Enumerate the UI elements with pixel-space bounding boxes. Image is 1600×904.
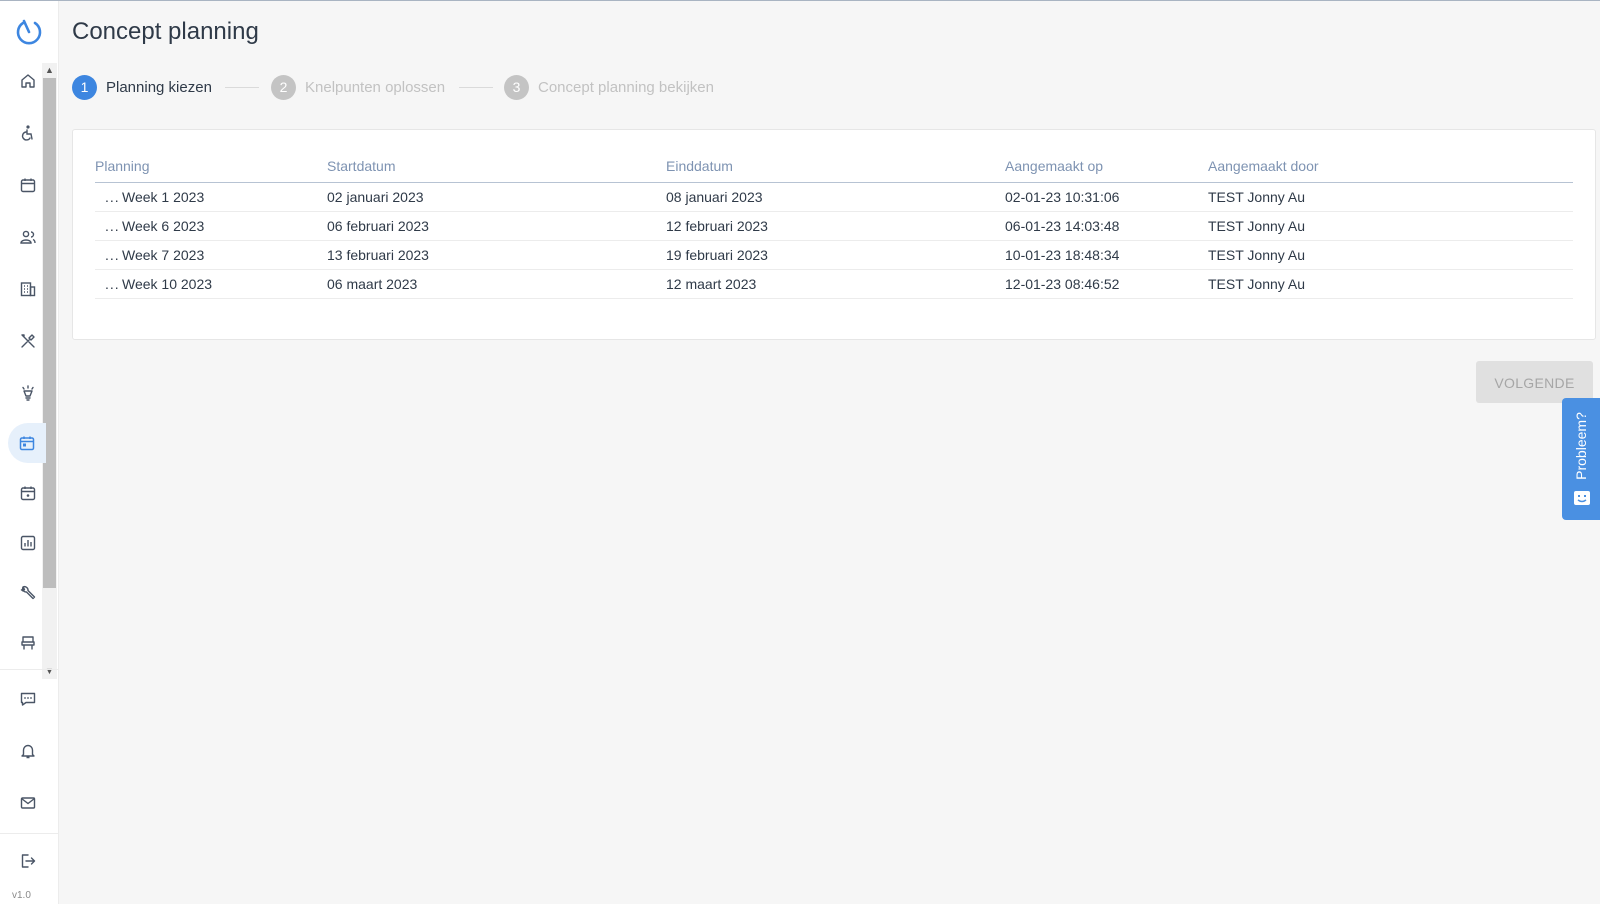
planning-table: Planning Startdatum Einddatum Aangemaakt… [95, 154, 1573, 299]
cell-aangemaakt-op: 10-01-23 18:48:34 [1005, 247, 1120, 263]
logout-button[interactable] [8, 841, 48, 881]
top-border [0, 0, 1600, 1]
column-header-aangemaakt-op[interactable]: Aangemaakt op [1005, 158, 1103, 174]
sidebar-item-notifications[interactable] [8, 731, 48, 771]
sidebar: ▲ ▼ v1.0 [0, 1, 59, 904]
cell-aangemaakt-op: 02-01-23 10:31:06 [1005, 189, 1120, 205]
table-row[interactable]: ... Week 6 2023 06 februari 2023 12 febr… [95, 212, 1573, 241]
step-connector [459, 87, 493, 88]
page-title: Concept planning [72, 18, 259, 45]
table-row[interactable]: ... Week 10 2023 06 maart 2023 12 maart … [95, 270, 1573, 299]
step-label: Concept planning bekijken [538, 78, 714, 96]
row-menu-button[interactable]: ... [105, 276, 120, 292]
sidebar-item-messages[interactable] [8, 679, 48, 719]
app-version: v1.0 [12, 890, 31, 901]
column-header-planning[interactable]: Planning [95, 158, 150, 174]
step-connector [225, 87, 259, 88]
calendar-planning-icon [19, 436, 35, 451]
column-header-startdatum[interactable]: Startdatum [327, 158, 395, 174]
feedback-tab[interactable]: Probleem? [1562, 398, 1600, 520]
app-logo-icon[interactable] [14, 17, 44, 47]
next-button[interactable]: VOLGENDE [1476, 361, 1593, 403]
cell-startdatum: 06 februari 2023 [327, 218, 429, 234]
sidebar-item-resources[interactable] [8, 623, 48, 663]
step-number: 3 [504, 74, 529, 100]
sidebar-item-home[interactable] [8, 61, 48, 101]
step-concept-planning-bekijken[interactable]: 3 Concept planning bekijken [504, 74, 714, 100]
calendar-event-icon [20, 486, 36, 501]
report-chart-icon [20, 535, 36, 551]
sidebar-item-clients[interactable] [8, 113, 48, 153]
cell-startdatum: 13 februari 2023 [327, 247, 429, 263]
feedback-chat-icon [1574, 491, 1590, 505]
cell-startdatum: 06 maart 2023 [327, 276, 418, 292]
cell-planning: Week 1 2023 [122, 189, 205, 205]
cell-aangemaakt-op: 06-01-23 14:03:48 [1005, 218, 1120, 234]
wrench-icon [20, 585, 36, 600]
cell-aangemaakt-door: TEST Jonny Au [1208, 189, 1306, 205]
cell-planning: Week 10 2023 [122, 276, 213, 292]
seat-icon [21, 636, 35, 650]
accessibility-icon [21, 125, 33, 141]
sidebar-divider [0, 833, 58, 834]
table-header: Planning Startdatum Einddatum Aangemaakt… [95, 154, 1573, 183]
cell-einddatum: 12 februari 2023 [666, 218, 768, 234]
logout-icon [21, 854, 36, 868]
cell-aangemaakt-door: TEST Jonny Au [1208, 276, 1306, 292]
bell-icon [21, 744, 35, 759]
people-icon [20, 230, 36, 244]
tools-icon [21, 334, 35, 348]
column-header-einddatum[interactable]: Einddatum [666, 158, 733, 174]
table-row[interactable]: ... Week 7 2023 13 februari 2023 19 febr… [95, 241, 1573, 270]
mail-icon [20, 797, 36, 809]
step-number: 1 [72, 74, 97, 100]
feedback-label: Probleem? [1573, 412, 1589, 480]
cell-einddatum: 12 maart 2023 [666, 276, 757, 292]
cell-aangemaakt-op: 12-01-23 08:46:52 [1005, 276, 1120, 292]
sidebar-item-maintenance[interactable] [8, 573, 48, 613]
building-icon [20, 282, 36, 297]
sidebar-item-planning[interactable] [8, 473, 48, 513]
step-number: 2 [271, 74, 296, 100]
step-label: Planning kiezen [106, 78, 212, 96]
column-header-aangemaakt-door[interactable]: Aangemaakt door [1208, 158, 1319, 174]
sidebar-item-agenda[interactable] [8, 165, 48, 205]
sidebar-item-employees[interactable] [8, 217, 48, 257]
table-row[interactable]: ... Week 1 2023 02 januari 2023 08 janua… [95, 183, 1573, 212]
planning-card: Planning Startdatum Einddatum Aangemaakt… [72, 129, 1596, 340]
cell-einddatum: 19 februari 2023 [666, 247, 768, 263]
cell-planning: Week 6 2023 [122, 218, 205, 234]
sidebar-divider [0, 669, 58, 670]
sidebar-item-locations[interactable] [8, 269, 48, 309]
calendar-icon [20, 178, 36, 193]
chat-icon [20, 692, 36, 706]
step-label: Knelpunten oplossen [305, 78, 446, 96]
step-planning-kiezen[interactable]: 1 Planning kiezen [72, 74, 212, 100]
cell-planning: Week 7 2023 [122, 247, 205, 263]
home-icon [21, 74, 35, 88]
row-menu-button[interactable]: ... [105, 218, 120, 234]
sidebar-item-mail[interactable] [8, 783, 48, 823]
row-menu-button[interactable]: ... [105, 247, 120, 263]
cell-aangemaakt-door: TEST Jonny Au [1208, 247, 1306, 263]
sidebar-item-tools[interactable] [8, 321, 48, 361]
step-knelpunten-oplossen[interactable]: 2 Knelpunten oplossen [271, 74, 445, 100]
lightbulb-icon [22, 385, 34, 401]
row-menu-button[interactable]: ... [105, 189, 120, 205]
sidebar-item-concept-planning[interactable] [8, 423, 46, 463]
scroll-down-icon[interactable]: ▼ [43, 665, 56, 677]
cell-einddatum: 08 januari 2023 [666, 189, 763, 205]
sidebar-item-reports[interactable] [8, 523, 48, 563]
sidebar-item-ideas[interactable] [8, 373, 48, 413]
cell-aangemaakt-door: TEST Jonny Au [1208, 218, 1306, 234]
cell-startdatum: 02 januari 2023 [327, 189, 424, 205]
